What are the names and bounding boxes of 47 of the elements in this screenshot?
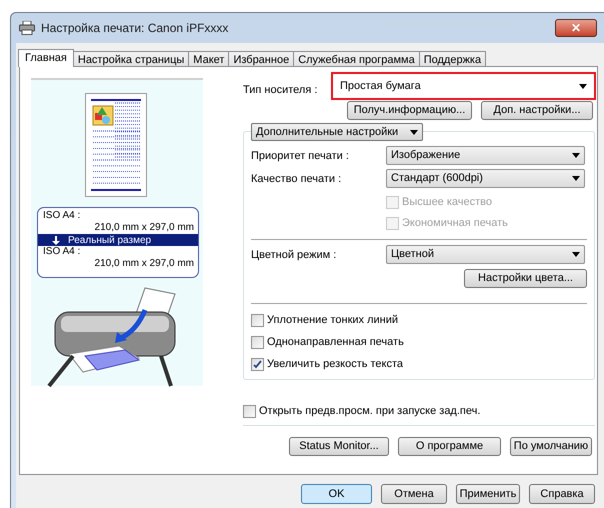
dropdown[interactable]: Стандарт (600dpi) [386,169,585,188]
advanced-settings-dropdown[interactable]: Дополнительные настройки [251,123,423,141]
caret-icon [572,252,580,257]
help-button[interactable]: Справка [529,484,595,504]
caret-icon [572,176,580,181]
checkbox-label: Однонаправленная печать [267,334,404,350]
printer-icon [19,21,35,35]
checkbox-label: Открыть предв.просм. при запуске зад.печ. [259,404,480,419]
caret-icon [572,153,580,158]
size-value: 210,0 mm x 297,0 mm [94,258,195,270]
down-arrow-icon [52,236,60,244]
size-label: ISO A4 : [42,209,82,222]
checkbox[interactable] [251,314,264,326]
caret-icon [410,130,418,134]
field-label: Качество печати : [251,172,342,187]
scaling-label: Реальный размер [68,234,152,247]
checkbox-label: Экономичная печать [402,216,508,232]
defaults-button[interactable]: По умолчанию [510,437,592,456]
tab[interactable]: Избранное [228,51,294,67]
ok-button[interactable]: OK [301,484,372,504]
dropdown[interactable]: Цветной [386,245,585,264]
window-title: Настройка печати: Canon iPFxxxx [41,20,228,37]
get-info-button[interactable]: Получ.информацию... [347,101,472,120]
about-button[interactable]: О программе [398,437,501,456]
checkbox[interactable] [251,336,264,348]
checkbox[interactable] [251,358,264,370]
apply-button[interactable]: Применить [456,484,520,504]
media-type-label: Тип носителя : [243,83,318,98]
checkbox[interactable] [243,404,256,418]
checkbox-label: Уплотнение тонких линий [267,312,398,328]
tab[interactable]: Поддержка [418,51,486,67]
more-settings-button[interactable]: Доп. настройки... [481,101,593,120]
status-monitor-button[interactable]: Status Monitor... [289,437,389,456]
size-value: 210,0 mm x 297,0 mm [94,222,195,234]
cancel-button[interactable]: Отмена [381,484,447,504]
dropdown[interactable]: Изображение [386,146,585,165]
checkbox-label: Высшее качество [402,195,492,210]
tab[interactable]: Настройка страницы [72,51,190,67]
size-label: ISO A4 : [42,246,82,258]
tab[interactable]: Макет [188,51,230,67]
tab[interactable]: Главная [18,49,74,67]
checkbox-label: Увеличить резкость текста [267,356,404,372]
field-label: Приоритет печати : [251,149,350,164]
tab[interactable]: Служебная программа [293,51,420,67]
color-settings-button[interactable]: Настройки цвета... [464,269,587,288]
field-label: Цветной режим : [251,248,338,263]
caret-icon [579,84,587,88]
